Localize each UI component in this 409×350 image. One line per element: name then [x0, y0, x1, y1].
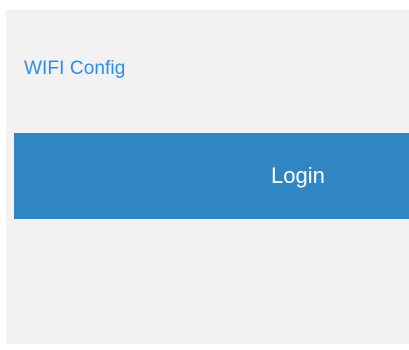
app-screen: WIFI Config Login	[0, 0, 409, 350]
login-button[interactable]: Login	[14, 133, 409, 219]
wifi-config-link[interactable]: WIFI Config	[24, 58, 125, 80]
login-button-label: Login	[271, 163, 325, 188]
